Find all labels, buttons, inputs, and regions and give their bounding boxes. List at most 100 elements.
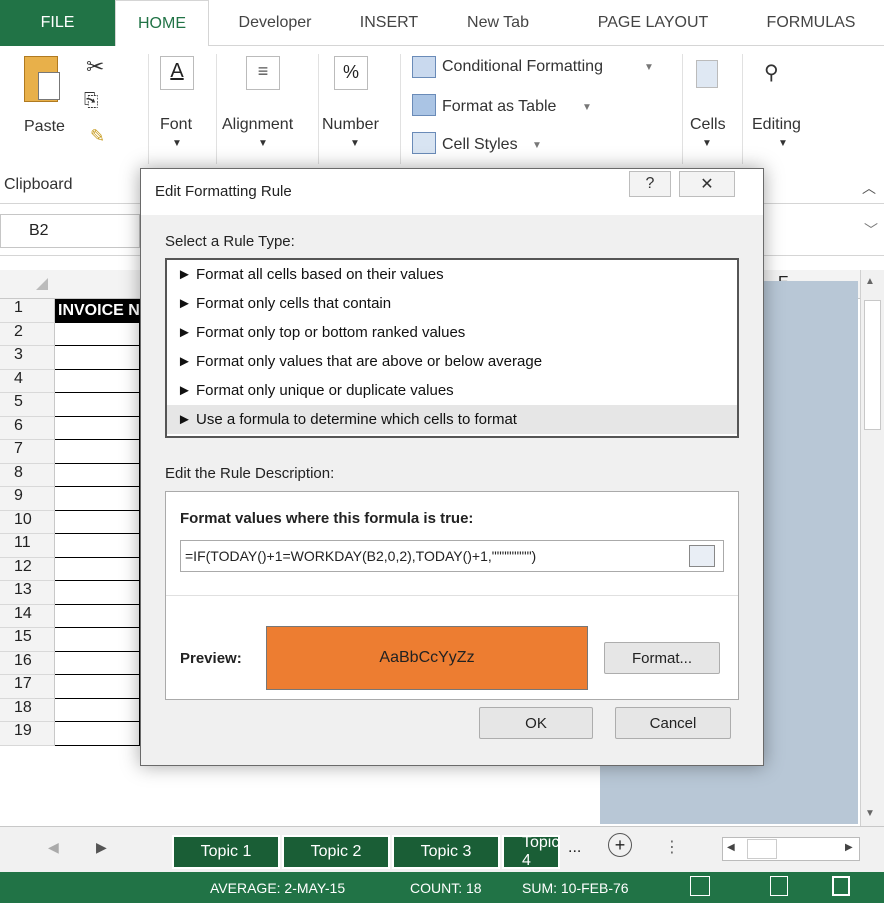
rule-type-item[interactable]: ► Format only top or bottom ranked value… <box>167 318 737 347</box>
cell-a3[interactable] <box>55 346 140 370</box>
next-sheet-icon[interactable]: ▶ <box>96 839 107 856</box>
cut-icon[interactable]: ✂ <box>86 54 104 80</box>
row-header[interactable]: 11 <box>0 534 55 558</box>
cell-a8[interactable] <box>55 463 140 487</box>
editing-label[interactable]: Editing <box>752 116 801 134</box>
paste-label[interactable]: Paste <box>24 118 65 136</box>
font-label[interactable]: Font <box>160 116 192 134</box>
cell-a15[interactable] <box>55 628 140 652</box>
select-all-icon[interactable] <box>36 278 48 290</box>
cell-a11[interactable] <box>55 534 140 558</box>
alignment-label[interactable]: Alignment <box>222 116 293 134</box>
rule-type-item-selected[interactable]: ► Use a formula to determine which cells… <box>167 405 737 434</box>
cell-a13[interactable] <box>55 581 140 605</box>
row-header[interactable]: 17 <box>0 675 55 699</box>
formula-input[interactable]: =IF(TODAY()+1=WORKDAY(B2,0,2),TODAY()+1,… <box>180 540 724 572</box>
cell-a2[interactable] <box>55 322 140 346</box>
format-as-table-label[interactable]: Format as Table <box>442 98 556 116</box>
cells-icon[interactable] <box>696 60 718 88</box>
row-header[interactable]: 4 <box>0 369 55 393</box>
format-painter-icon[interactable]: ✎ <box>90 126 105 147</box>
sheet-tab-topic-3[interactable]: Topic 3 <box>392 835 500 869</box>
row-header[interactable]: 2 <box>0 322 55 346</box>
vertical-scrollbar[interactable]: ▲ ▼ <box>860 270 884 826</box>
scroll-up-icon[interactable]: ▲ <box>865 276 875 287</box>
cell-styles-icon[interactable] <box>412 132 436 154</box>
cancel-button[interactable]: Cancel <box>615 707 731 739</box>
tab-new-tab[interactable]: New Tab <box>440 0 556 46</box>
rule-type-item[interactable]: ► Format all cells based on their values <box>167 260 737 289</box>
tab-home[interactable]: HOME <box>115 0 209 47</box>
cell-a17[interactable] <box>55 675 140 699</box>
row-header[interactable]: 6 <box>0 416 55 440</box>
collapse-ribbon-icon[interactable]: ︿ <box>862 178 876 198</box>
ok-button[interactable]: OK <box>479 707 593 739</box>
scroll-down-icon[interactable]: ▼ <box>865 808 875 819</box>
tab-file[interactable]: FILE <box>0 0 115 46</box>
row-header[interactable]: 10 <box>0 510 55 534</box>
cell-a14[interactable] <box>55 604 140 628</box>
horizontal-scroll-thumb[interactable] <box>747 839 777 859</box>
expand-formula-bar-icon[interactable]: ﹀ <box>864 220 878 240</box>
row-header[interactable]: 13 <box>0 581 55 605</box>
help-icon[interactable]: ? <box>629 171 671 197</box>
conditional-formatting-icon[interactable] <box>412 56 436 78</box>
close-icon[interactable]: ✕ <box>679 171 735 197</box>
alignment-icon[interactable]: ≡ <box>246 56 280 90</box>
row-header[interactable]: 18 <box>0 698 55 722</box>
collapse-dialog-icon[interactable] <box>689 545 715 567</box>
row-header[interactable]: 5 <box>0 393 55 417</box>
rule-type-item[interactable]: ► Format only cells that contain <box>167 289 737 318</box>
rule-type-item[interactable]: ► Format only values that are above or b… <box>167 347 737 376</box>
sheet-tab-topic-1[interactable]: Topic 1 <box>172 835 280 869</box>
cell-a6[interactable] <box>55 416 140 440</box>
more-sheets[interactable]: ... <box>568 839 581 857</box>
cell-a16[interactable] <box>55 651 140 675</box>
cell-a10[interactable] <box>55 510 140 534</box>
row-header[interactable]: 7 <box>0 440 55 464</box>
cell-a18[interactable] <box>55 698 140 722</box>
font-icon[interactable]: A <box>160 56 194 90</box>
add-sheet-icon[interactable]: + <box>608 833 632 857</box>
name-box[interactable]: B2 <box>0 214 140 248</box>
prev-sheet-icon[interactable]: ◀ <box>48 839 59 856</box>
tab-developer[interactable]: Developer <box>212 0 338 46</box>
cell-a5[interactable] <box>55 393 140 417</box>
format-button[interactable]: Format... <box>604 642 720 674</box>
normal-view-icon[interactable] <box>690 876 710 896</box>
tab-insert[interactable]: INSERT <box>344 0 434 46</box>
split-handle-icon[interactable]: ⋮ <box>664 837 680 857</box>
cells-label[interactable]: Cells <box>690 116 726 134</box>
number-label[interactable]: Number <box>322 116 379 134</box>
horizontal-scrollbar[interactable]: ◀ ▶ <box>722 837 860 861</box>
cell-a4[interactable] <box>55 369 140 393</box>
cell-a9[interactable] <box>55 487 140 511</box>
copy-icon[interactable]: ⎘ <box>84 90 98 111</box>
cell-a7[interactable] <box>55 440 140 464</box>
scroll-thumb[interactable] <box>864 300 881 430</box>
row-header[interactable]: 9 <box>0 487 55 511</box>
format-as-table-icon[interactable] <box>412 94 436 116</box>
scroll-left-icon[interactable]: ◀ <box>727 842 735 853</box>
row-header[interactable]: 15 <box>0 628 55 652</box>
sheet-tab-topic-4[interactable]: Topic 4 <box>502 835 560 869</box>
tab-formulas[interactable]: FORMULAS <box>748 0 874 46</box>
sheet-tab-topic-2[interactable]: Topic 2 <box>282 835 390 869</box>
page-layout-view-icon[interactable] <box>770 876 788 896</box>
rule-type-item[interactable]: ► Format only unique or duplicate values <box>167 376 737 405</box>
row-header[interactable]: 8 <box>0 463 55 487</box>
row-header[interactable]: 1 <box>0 299 55 323</box>
row-header[interactable]: 14 <box>0 604 55 628</box>
page-break-view-icon[interactable] <box>832 876 850 896</box>
tab-page-layout[interactable]: PAGE LAYOUT <box>572 0 734 46</box>
rule-type-list[interactable]: ► Format all cells based on their values… <box>165 258 739 438</box>
binoculars-icon[interactable]: ⚲ <box>764 60 779 85</box>
conditional-formatting-label[interactable]: Conditional Formatting <box>442 58 603 76</box>
cell-a12[interactable] <box>55 557 140 581</box>
row-header[interactable]: 3 <box>0 346 55 370</box>
scroll-right-icon[interactable]: ▶ <box>845 842 853 853</box>
cell-a1[interactable]: INVOICE N <box>55 299 140 323</box>
cell-styles-label[interactable]: Cell Styles <box>442 136 518 154</box>
row-header[interactable]: 12 <box>0 557 55 581</box>
row-header[interactable]: 19 <box>0 722 55 746</box>
